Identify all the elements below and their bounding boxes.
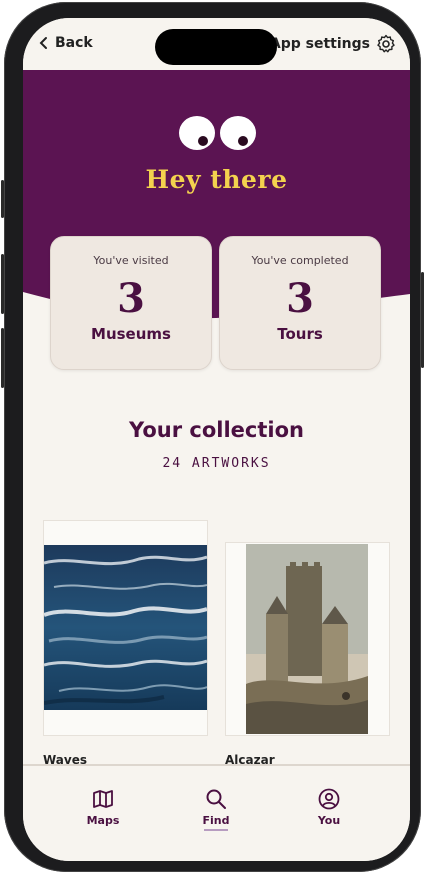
stat-unit: Tours: [277, 325, 323, 343]
search-icon: [206, 789, 226, 809]
profile-icon: [318, 788, 340, 810]
app-screen: Back App settings Hey there You've visit…: [23, 18, 410, 861]
side-button: [1, 254, 4, 314]
tab-maps[interactable]: Maps: [63, 788, 143, 827]
stat-value: 3: [117, 275, 145, 322]
eyes-logo: [179, 116, 256, 150]
greeting-title: Hey there: [145, 165, 288, 194]
app-settings-button[interactable]: App settings: [270, 34, 396, 54]
active-tab-indicator: [204, 829, 228, 831]
tab-find[interactable]: Find: [176, 788, 256, 831]
side-button: [1, 328, 4, 388]
side-button: [1, 180, 4, 218]
tab-label: Maps: [86, 814, 120, 827]
stat-label: You've completed: [251, 254, 349, 267]
tab-label: Find: [202, 814, 230, 827]
map-icon: [93, 790, 113, 808]
chevron-left-icon: [39, 37, 47, 49]
tab-label: You: [317, 814, 341, 827]
stat-card-tours: You've completed 3 Tours: [219, 236, 381, 370]
tab-you[interactable]: You: [289, 788, 369, 827]
bottom-tab-bar: Maps Find You: [23, 764, 410, 861]
settings-label: App settings: [269, 36, 370, 52]
back-button[interactable]: Back: [39, 35, 93, 51]
gear-icon: [377, 34, 395, 53]
artwork-card-waves[interactable]: [43, 520, 208, 736]
dynamic-island: [155, 29, 277, 65]
phone-frame: Back App settings Hey there You've visit…: [1, 2, 424, 872]
back-label: Back: [55, 35, 93, 51]
artwork-image: [246, 544, 368, 734]
collection-title: Your collection: [129, 418, 304, 442]
artwork-count: 24 ARTWORKS: [162, 456, 271, 471]
artwork-card-alcazar[interactable]: [225, 542, 390, 736]
stat-label: You've visited: [93, 254, 169, 267]
stat-value: 3: [286, 275, 314, 322]
artwork-image: [44, 545, 207, 710]
stat-unit: Museums: [91, 325, 171, 343]
stat-card-museums: You've visited 3 Museums: [50, 236, 212, 370]
side-button: [421, 272, 424, 368]
